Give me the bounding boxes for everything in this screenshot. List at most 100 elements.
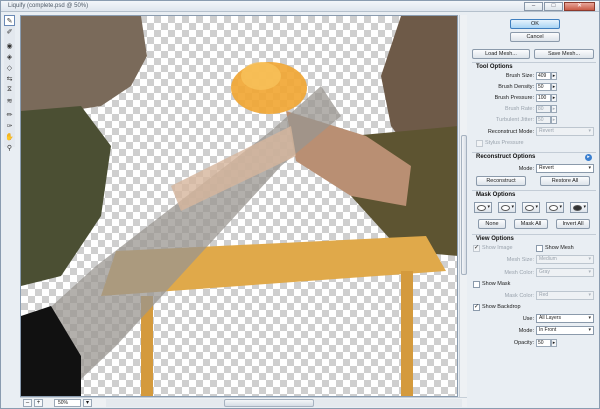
mesh-color-select: Gray ▾ bbox=[536, 268, 594, 277]
mask-subtract-icon bbox=[525, 205, 534, 211]
brush-size-dropdown-icon[interactable]: ▸ bbox=[551, 72, 557, 80]
load-mesh-button[interactable]: Load Mesh... bbox=[472, 49, 530, 59]
add-to-selection-button[interactable]: ▾ bbox=[498, 202, 516, 213]
replace-selection-button[interactable]: ▾ bbox=[474, 202, 492, 213]
preview-image bbox=[21, 16, 457, 396]
turbulent-jitter-field: 50 bbox=[536, 116, 551, 124]
brush-pressure-field[interactable]: 100 bbox=[536, 94, 551, 102]
chevron-down-icon: ▾ bbox=[588, 292, 591, 298]
chevron-down-icon: ▾ bbox=[583, 204, 586, 210]
brush-rate-field: 80 bbox=[536, 105, 551, 113]
horizontal-scrollbar[interactable] bbox=[106, 399, 462, 407]
brush-density-dropdown-icon[interactable]: ▸ bbox=[551, 83, 557, 91]
ok-button[interactable]: OK bbox=[510, 19, 560, 29]
use-layers-select[interactable]: All Layers ▾ bbox=[536, 314, 594, 323]
reconstruct-mode-select: Revert ▾ bbox=[536, 127, 594, 136]
reconstruct-mode-dropdown-value: Revert bbox=[539, 165, 554, 171]
chevron-down-icon: ▾ bbox=[588, 327, 591, 333]
opacity-field[interactable]: 50 bbox=[536, 339, 551, 347]
mask-invert-icon bbox=[573, 205, 582, 211]
chevron-down-icon: ▾ bbox=[588, 256, 591, 262]
preview-canvas[interactable] bbox=[20, 15, 458, 397]
show-mesh-checkbox[interactable] bbox=[536, 245, 543, 252]
chevron-down-icon: ▾ bbox=[511, 204, 514, 210]
brush-size-label: Brush Size: bbox=[505, 73, 534, 79]
status-bar: – + 50% ▾ bbox=[20, 397, 467, 407]
vertical-scroll-thumb[interactable] bbox=[461, 135, 467, 275]
subtract-from-selection-button[interactable]: ▾ bbox=[522, 202, 540, 213]
pucker-tool-icon[interactable]: ◈ bbox=[4, 51, 15, 62]
zoom-out-button[interactable]: – bbox=[23, 399, 32, 407]
brush-rate-dropdown-icon: ▸ bbox=[551, 105, 557, 113]
title-bar: Liquify (complete.psd @ 50%) – □ ✕ bbox=[1, 1, 599, 12]
reconstruct-tool-icon[interactable]: ✐ bbox=[4, 26, 15, 37]
view-options-title: View Options bbox=[476, 236, 514, 242]
zoom-tool-icon[interactable]: ⚲ bbox=[4, 142, 15, 153]
mask-color-label: Mask Color: bbox=[504, 293, 534, 299]
divider bbox=[472, 62, 596, 63]
mesh-color-value: Gray bbox=[539, 269, 550, 275]
options-panel: OK Cancel Load Mesh... Save Mesh... Tool… bbox=[470, 14, 598, 406]
brush-rate-label: Brush Rate: bbox=[504, 106, 534, 112]
window-controls: – □ ✕ bbox=[523, 2, 595, 11]
cancel-button[interactable]: Cancel bbox=[510, 32, 560, 42]
mask-none-button[interactable]: None bbox=[478, 219, 506, 229]
brush-pressure-dropdown-icon[interactable]: ▸ bbox=[551, 94, 557, 102]
chevron-down-icon: ▾ bbox=[588, 269, 591, 275]
forward-warp-tool-icon[interactable]: ✎ bbox=[4, 15, 15, 26]
show-mask-label: Show Mask bbox=[482, 281, 511, 287]
freeze-mask-tool-icon[interactable]: ✏ bbox=[4, 109, 15, 120]
thaw-mask-tool-icon[interactable]: ✑ bbox=[4, 120, 15, 131]
liquify-window: Liquify (complete.psd @ 50%) – □ ✕ ✎ ✐ ◉… bbox=[0, 0, 600, 409]
twirl-tool-icon[interactable]: ◉ bbox=[4, 40, 15, 51]
tool-palette: ✎ ✐ ◉ ◈ ◇ ⇆ ⧖ ≋ ✏ ✑ ✋ ⚲ bbox=[4, 15, 15, 152]
table-leg-right bbox=[401, 271, 413, 396]
backdrop-mode-label: Mode: bbox=[518, 328, 534, 334]
mesh-size-label: Mesh Size: bbox=[506, 257, 534, 263]
mask-all-button[interactable]: Mask All bbox=[514, 219, 548, 229]
close-button[interactable]: ✕ bbox=[564, 2, 595, 11]
reconstruct-mode-dropdown[interactable]: Revert ▾ bbox=[536, 164, 594, 173]
reconstruct-button[interactable]: Reconstruct bbox=[476, 176, 526, 186]
save-mesh-button[interactable]: Save Mesh... bbox=[534, 49, 594, 59]
show-image-label: Show Image bbox=[482, 245, 513, 251]
reconstruct-options-title: Reconstruct Options bbox=[476, 154, 536, 160]
zoom-level-field[interactable]: 50% bbox=[54, 399, 81, 407]
chevron-down-icon: ▾ bbox=[535, 204, 538, 210]
minimize-button[interactable]: – bbox=[524, 2, 543, 11]
divider bbox=[472, 190, 596, 191]
show-backdrop-checkbox[interactable]: ✓ bbox=[473, 304, 480, 311]
maximize-button[interactable]: □ bbox=[544, 2, 563, 11]
mask-color-select: Red ▾ bbox=[536, 291, 594, 300]
brush-density-field[interactable]: 50 bbox=[536, 83, 551, 91]
info-icon[interactable]: ▸ bbox=[585, 154, 592, 161]
invert-all-button[interactable]: Invert All bbox=[556, 219, 590, 229]
turbulence-tool-icon[interactable]: ≋ bbox=[4, 95, 15, 106]
horizontal-scroll-thumb[interactable] bbox=[224, 399, 314, 407]
turbulent-jitter-dropdown-icon: ▸ bbox=[551, 116, 557, 124]
restore-all-button[interactable]: Restore All bbox=[540, 176, 590, 186]
intersect-selection-button[interactable]: ▾ bbox=[546, 202, 564, 213]
push-left-tool-icon[interactable]: ⇆ bbox=[4, 73, 15, 84]
mask-options-title: Mask Options bbox=[476, 192, 516, 198]
opacity-dropdown-icon[interactable]: ▸ bbox=[551, 339, 557, 347]
zoom-dropdown-icon[interactable]: ▾ bbox=[83, 399, 92, 407]
stylus-pressure-label: Stylus Pressure bbox=[485, 140, 524, 146]
bloat-tool-icon[interactable]: ◇ bbox=[4, 62, 15, 73]
hand-tool-icon[interactable]: ✋ bbox=[4, 131, 15, 142]
brush-size-field[interactable]: 409 bbox=[536, 72, 551, 80]
hand-highlight bbox=[241, 62, 281, 90]
tool-options-title: Tool Options bbox=[476, 64, 513, 70]
chevron-down-icon: ▾ bbox=[588, 128, 591, 134]
show-mask-checkbox[interactable] bbox=[473, 281, 480, 288]
left-man-shirt bbox=[21, 106, 111, 286]
mirror-tool-icon[interactable]: ⧖ bbox=[4, 84, 15, 95]
window-title: Liquify (complete.psd @ 50%) bbox=[8, 3, 89, 9]
backdrop-mode-select[interactable]: In Front ▾ bbox=[536, 326, 594, 335]
mesh-color-label: Mesh Color: bbox=[504, 270, 534, 276]
invert-selection-button[interactable]: ▾ bbox=[570, 202, 588, 213]
vertical-scrollbar[interactable] bbox=[459, 15, 467, 397]
mask-mode-buttons: ▾ ▾ ▾ ▾ ▾ bbox=[474, 202, 596, 214]
brush-density-label: Brush Density: bbox=[498, 84, 534, 90]
zoom-in-button[interactable]: + bbox=[34, 399, 43, 407]
